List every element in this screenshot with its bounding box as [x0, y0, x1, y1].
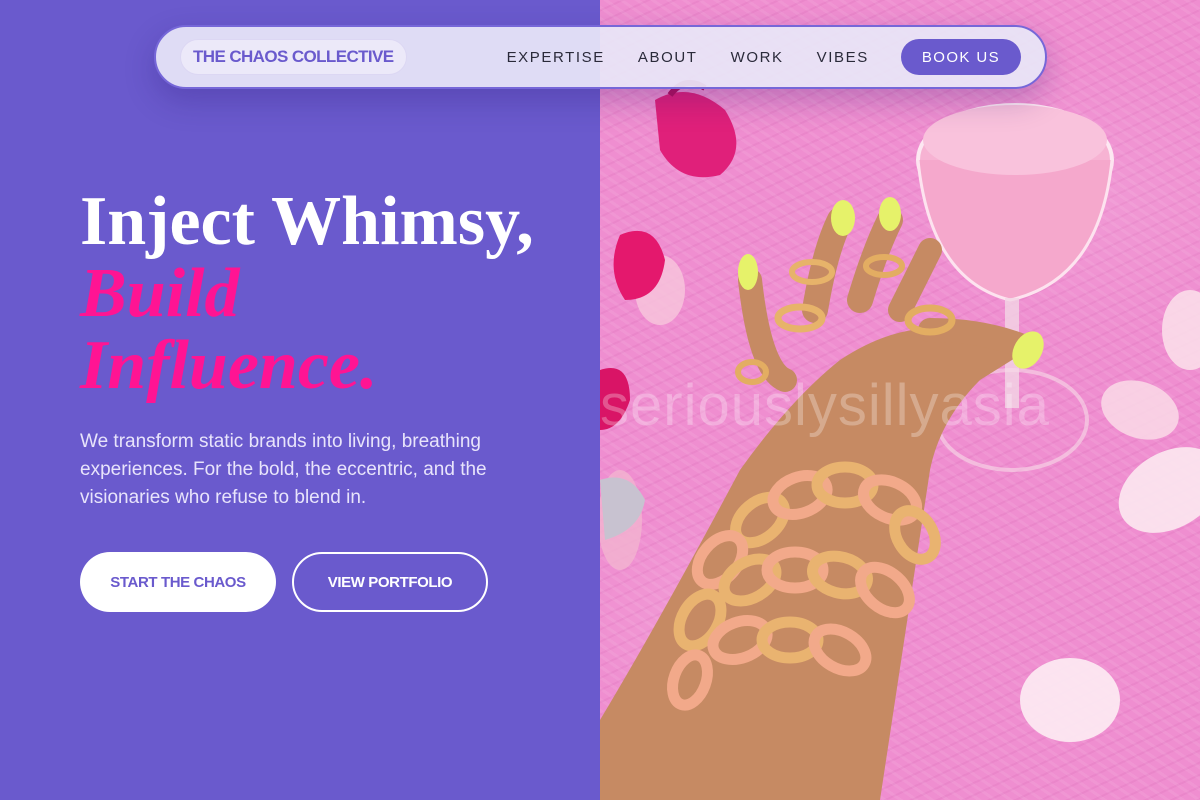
hero-description: We transform static brands into living, … — [80, 431, 487, 508]
view-portfolio-button[interactable]: VIEW PORTFOLIO — [292, 552, 488, 612]
nav-link-vibes[interactable]: VIBES — [817, 49, 869, 66]
nav-link-about[interactable]: ABOUT — [638, 49, 698, 66]
hero-title-line-1: Inject Whimsy, — [80, 183, 534, 260]
hero-image: seriouslysillyasia — [600, 0, 1200, 800]
brand-logo[interactable]: THE CHAOS COLLECTIVE — [180, 39, 407, 75]
nav-links: EXPERTISE ABOUT WORK VIBES — [507, 49, 869, 66]
hero-title-line-3: Influence. — [80, 327, 378, 404]
nav-link-work[interactable]: WORK — [731, 49, 784, 66]
book-us-button[interactable]: BOOK US — [900, 39, 1021, 75]
top-navigation: THE CHAOS COLLECTIVE EXPERTISE ABOUT WOR… — [154, 25, 1047, 89]
hero-title-line-2: Build — [80, 255, 240, 332]
nav-link-expertise[interactable]: EXPERTISE — [507, 49, 605, 66]
start-the-chaos-button[interactable]: START THE CHAOS — [80, 552, 276, 612]
image-watermark: seriouslysillyasia — [600, 373, 1050, 438]
hero-title: Inject Whimsy, Build Influence. — [80, 186, 534, 402]
